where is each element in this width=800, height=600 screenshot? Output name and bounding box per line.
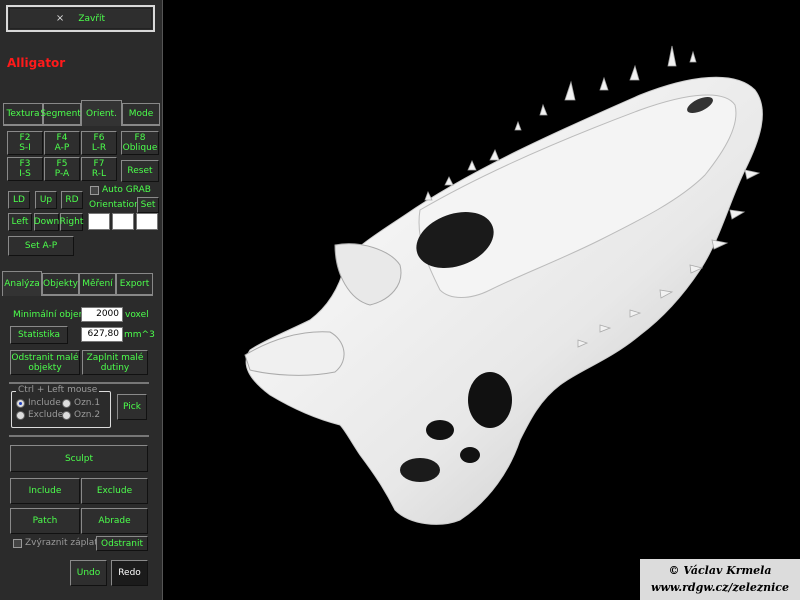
nav-up-button[interactable]: Up [35,191,57,209]
min-volume-input[interactable]: 2000 [81,307,123,322]
auto-grab-label: Auto GRAB [102,185,151,195]
watermark-url: www.rdgw.cz/zeleznice [650,581,789,594]
copyright-watermark: © Václav Krmela www.rdgw.cz/zeleznice [640,559,800,600]
volume-unit-label: mm^3 [124,330,155,340]
separator [9,435,149,437]
abrade-button[interactable]: Abrade [81,508,148,534]
undo-button[interactable]: Undo [70,560,107,586]
fkey-label: F7 [93,159,105,169]
nav-left-button[interactable]: Left [8,213,32,231]
exclude-radio-label: Exclude [28,410,64,420]
remove-patches-button[interactable]: Odstranit [96,536,148,551]
view-label: P-A [54,169,70,179]
button-label: Zaplnit malé [86,352,144,363]
view-oblique-button[interactable]: F8 Oblique [121,131,159,155]
fill-small-cavities-button[interactable]: Zaplnit malé dutiny [82,350,148,375]
tab-analyza[interactable]: Analýza [2,271,42,296]
alligator-skull-render [244,45,763,525]
model-title: Alligator [7,56,66,70]
exclude-button[interactable]: Exclude [81,478,148,504]
include-radio-label: Include [28,398,61,408]
fkey-label: F4 [56,133,68,143]
tab-divider [3,125,81,126]
view-label: L-R [91,143,107,153]
include-radio[interactable] [16,399,25,408]
highlight-patches-label: Zvýraznit záplaty [25,538,104,548]
foramen [400,458,440,482]
view-label: A-P [54,143,70,153]
statistics-button[interactable]: Statistika [10,326,68,344]
orientation-field-1[interactable] [88,213,110,230]
set-a-p-button[interactable]: Set A-P [8,236,74,256]
ozn2-radio-label: Ozn.2 [74,410,101,420]
tab-divider [122,125,160,126]
ozn1-radio-label: Ozn.1 [74,398,101,408]
view-r-l-button[interactable]: F7 R-L [81,157,117,181]
ctrl-mouse-group-label: Ctrl + Left mouse [16,385,100,395]
view-i-s-button[interactable]: F3 I-S [7,157,43,181]
highlight-patches-checkbox[interactable] [13,539,22,548]
tab-mereni[interactable]: Měření [79,273,116,295]
view-label: I-S [19,169,31,179]
include-button[interactable]: Include [10,478,80,504]
set-orientation-button[interactable]: Set [137,197,159,213]
control-panel: × Zavřít Alligator Textura Segment. Orie… [0,0,163,600]
tab-textura[interactable]: Textura [3,103,43,125]
foramen [468,372,512,428]
voxel-unit-label: voxel [125,310,149,320]
tab-objekty[interactable]: Objekty [42,273,79,295]
min-volume-label: Minimální objem [13,310,88,320]
button-label: objekty [28,362,62,373]
remove-small-objects-button[interactable]: Odstranit malé objekty [10,350,80,375]
exclude-radio[interactable] [16,411,25,420]
button-label: Odstranit malé [11,352,79,363]
orientation-field-2[interactable] [112,213,134,230]
nav-down-button[interactable]: Down [34,213,59,231]
view-label: R-L [91,169,107,179]
separator [9,382,149,384]
tab-divider [42,295,153,296]
button-label: dutiny [100,362,130,373]
view-p-a-button[interactable]: F5 P-A [44,157,80,181]
orientation-field-3[interactable] [136,213,158,230]
view-a-p-button[interactable]: F4 A-P [44,131,80,155]
fkey-label: F3 [19,159,31,169]
nav-ld-button[interactable]: LD [8,191,30,209]
tab-segment[interactable]: Segment. [40,103,84,125]
sculpt-button[interactable]: Sculpt [10,445,148,472]
auto-grab-checkbox[interactable] [90,186,99,195]
foramen [460,447,480,463]
reset-button[interactable]: Reset [121,160,159,182]
view-label: S-I [19,143,31,153]
nav-right-button[interactable]: Right [60,213,83,231]
tab-orient[interactable]: Orient. [81,100,122,126]
close-label: Zavřít [78,13,106,24]
foramen [426,420,454,440]
ozn2-radio[interactable] [62,411,71,420]
patch-button[interactable]: Patch [10,508,80,534]
redo-button[interactable]: Redo [111,560,148,586]
fkey-label: F2 [19,133,31,143]
fkey-label: F8 [134,133,146,143]
3d-viewport[interactable] [163,0,800,600]
ozn1-radio[interactable] [62,399,71,408]
close-icon: × [55,12,65,24]
view-label: Oblique [122,143,158,153]
fkey-label: F5 [56,159,68,169]
watermark-author: © Václav Krmela [668,564,772,577]
tab-mode[interactable]: Mode [122,103,160,125]
pick-button[interactable]: Pick [117,394,147,420]
view-s-i-button[interactable]: F2 S-I [7,131,43,155]
jaw-process [244,331,345,376]
close-button[interactable]: × Zavřít [6,5,155,32]
nav-rd-button[interactable]: RD [61,191,83,209]
tab-export[interactable]: Export [116,273,153,295]
view-l-r-button[interactable]: F6 L-R [81,131,117,155]
orientation-label: Orientation: [89,200,143,210]
volume-result-field: 627,80 [81,327,123,342]
fkey-label: F6 [93,133,105,143]
